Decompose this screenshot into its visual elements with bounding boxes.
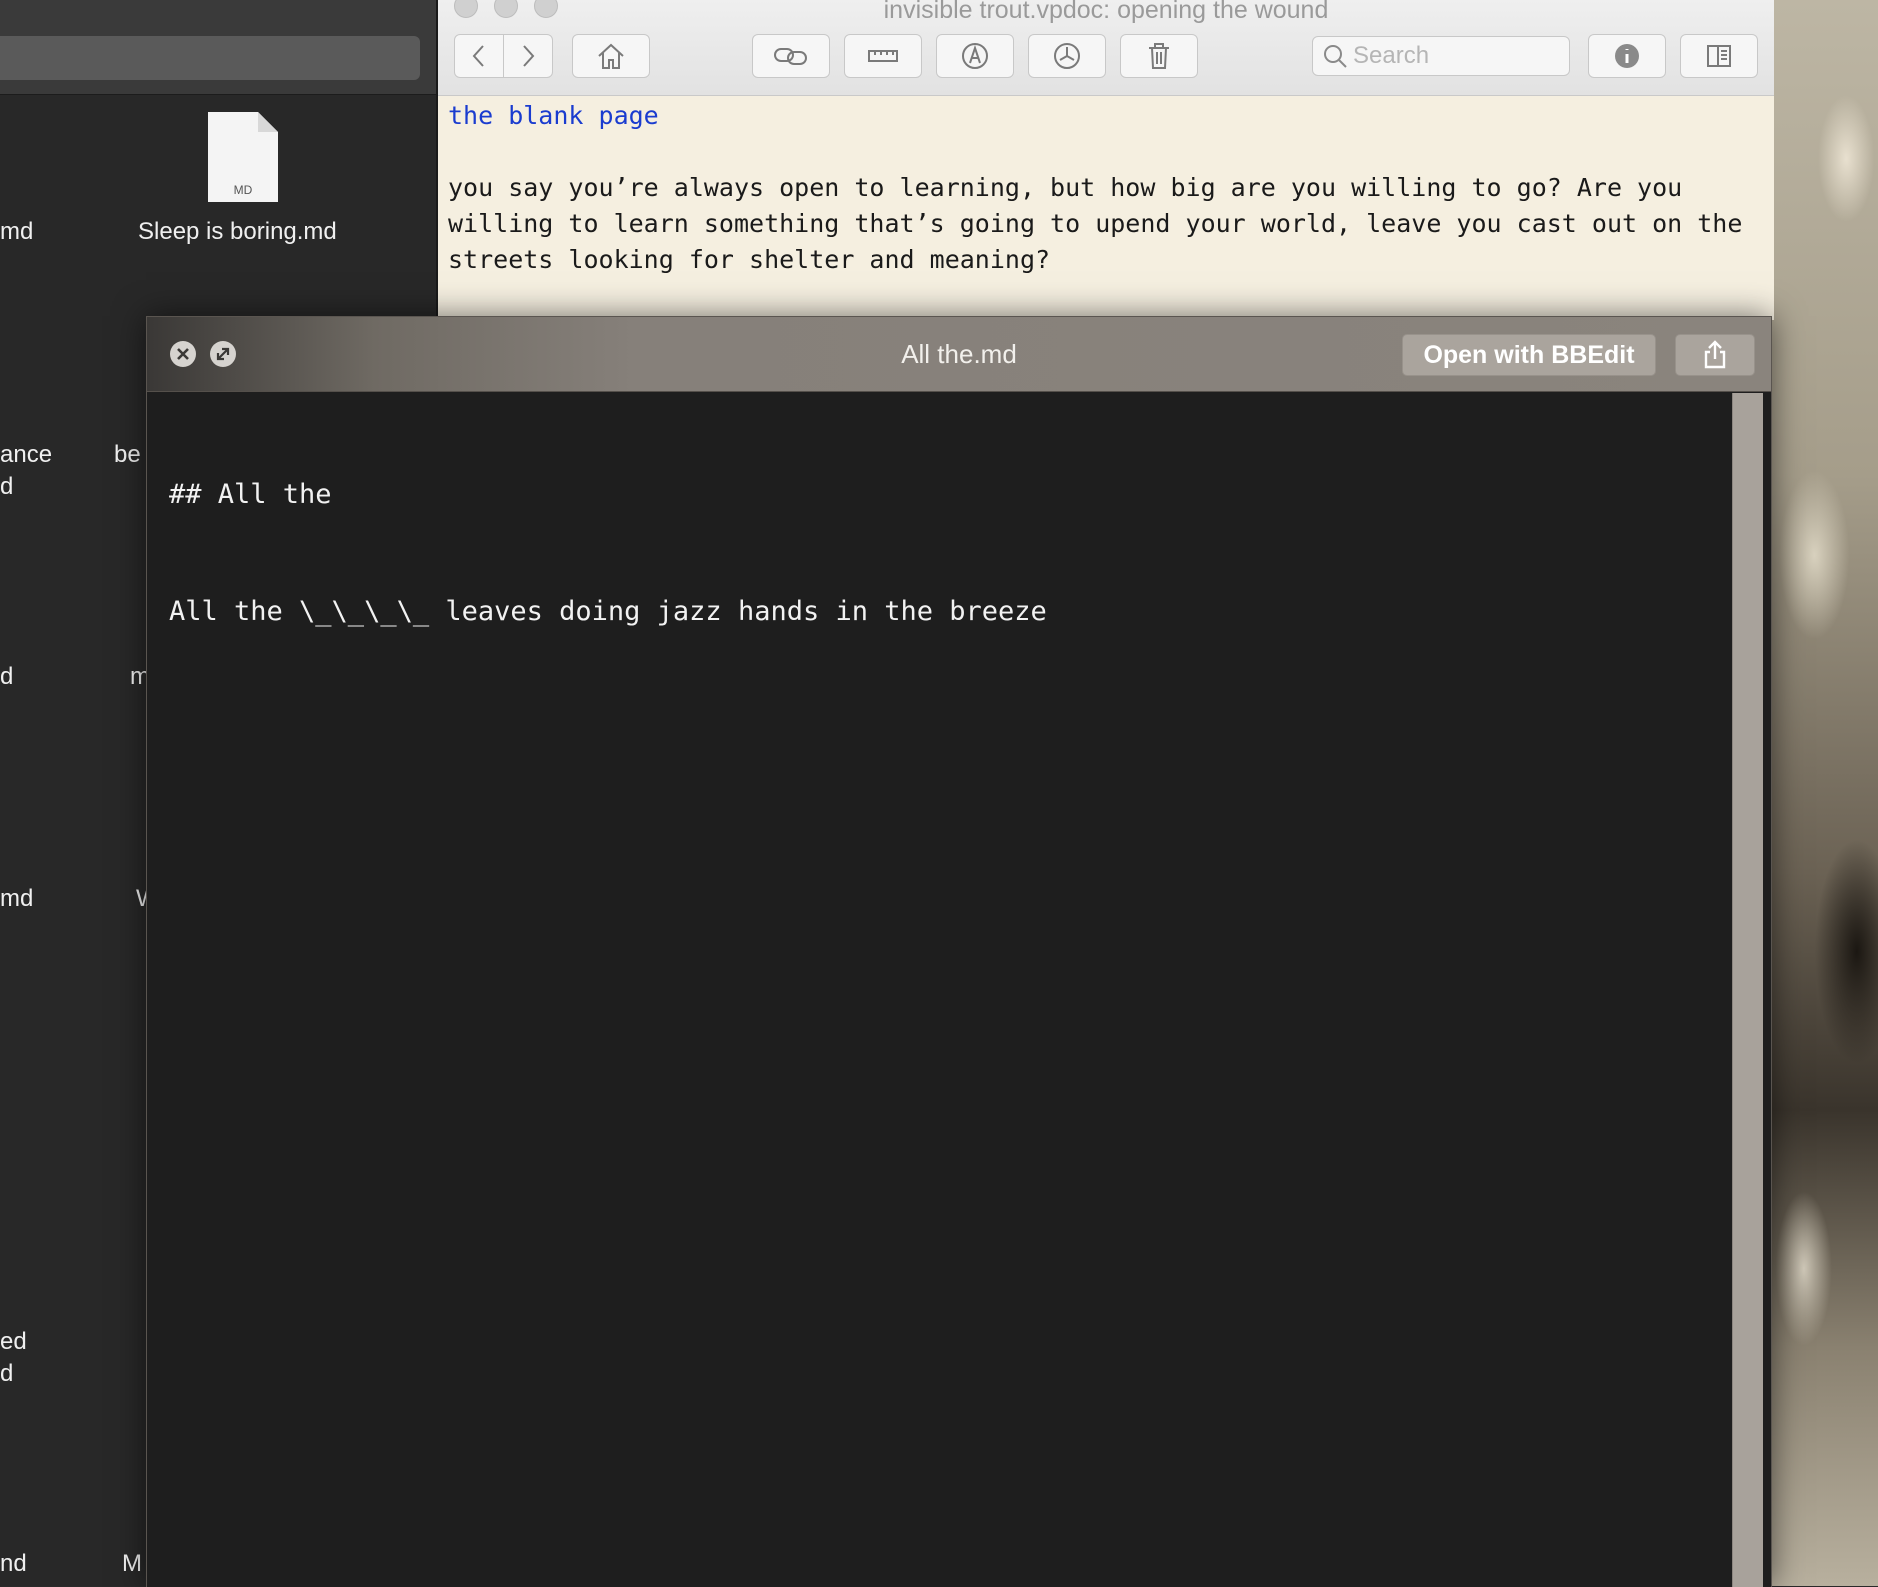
content-text-line: All the \_\_\_\_ leaves doing jazz hands… (169, 596, 1047, 627)
quicklook-window: All the.md Open with BBEdit ## All the A… (146, 316, 1772, 1587)
file-label[interactable]: ed (0, 1328, 27, 1356)
ruler-button[interactable] (844, 34, 922, 78)
file-label[interactable]: d (0, 663, 13, 691)
finder-search-field[interactable] (0, 36, 420, 80)
document-paragraph: you say you’re always open to learning, … (448, 170, 1764, 278)
window-title: invisible trout.vpdoc: opening the wound (883, 0, 1329, 24)
file-type-badge: MD (234, 183, 253, 197)
pen-icon (962, 43, 988, 69)
file-label[interactable]: be (114, 441, 141, 469)
delete-button[interactable] (1120, 34, 1198, 78)
trash-icon (1149, 43, 1169, 69)
share-icon (1704, 340, 1726, 369)
ruler-icon (868, 50, 898, 62)
share-button[interactable] (1675, 334, 1755, 376)
document-editor[interactable]: the blank page you say you’re always ope… (448, 98, 1764, 278)
finder-toolbar (0, 0, 436, 95)
forward-button[interactable] (503, 34, 553, 78)
quicklook-scrollbar[interactable] (1732, 393, 1763, 1587)
document-heading: the blank page (448, 101, 659, 130)
paragraph-line: you say you’re always open to learning, … (448, 173, 1683, 202)
content-heading-line: ## All the (169, 479, 332, 510)
search-input[interactable] (1351, 41, 1555, 71)
sidebar-icon (1707, 45, 1731, 67)
clock-icon (1054, 43, 1080, 69)
search-icon (1324, 45, 1347, 68)
search-field[interactable] (1312, 36, 1570, 76)
link-icon (774, 48, 807, 65)
quicklook-text-content: ## All the All the \_\_\_\_ leaves doing… (169, 397, 1729, 709)
history-button[interactable] (1028, 34, 1106, 78)
info-icon (1615, 44, 1639, 68)
document-toolbar: invisible trout.vpdoc: opening the wound (438, 0, 1774, 96)
file-label[interactable]: M (122, 1550, 142, 1578)
paragraph-line: willing to learn something that’s going … (448, 209, 1743, 238)
file-label[interactable]: nd (0, 1550, 27, 1578)
paragraph-line: streets looking for shelter and meaning? (448, 245, 1051, 274)
back-button[interactable] (454, 34, 504, 78)
file-label[interactable]: md (0, 885, 33, 913)
back-icon (472, 45, 484, 67)
pen-button[interactable] (936, 34, 1014, 78)
quicklook-titlebar: All the.md Open with BBEdit (147, 317, 1771, 392)
document-window: invisible trout.vpdoc: opening the wound (438, 0, 1774, 320)
file-label-sleep-is-boring[interactable]: Sleep is boring.md (138, 218, 337, 246)
link-button[interactable] (752, 34, 830, 78)
home-button[interactable] (572, 34, 650, 78)
info-button[interactable] (1588, 34, 1666, 78)
forward-icon (523, 45, 535, 67)
file-label[interactable]: d (0, 473, 13, 501)
file-label[interactable]: d (0, 1360, 13, 1388)
file-label[interactable]: md (0, 218, 33, 246)
desktop-wallpaper (1772, 0, 1878, 1586)
markdown-file-icon[interactable]: MD (208, 112, 278, 202)
sidebar-toggle-button[interactable] (1680, 34, 1758, 78)
home-icon (598, 43, 624, 69)
file-label[interactable]: ance (0, 441, 52, 469)
open-with-bbedit-button[interactable]: Open with BBEdit (1402, 334, 1656, 376)
